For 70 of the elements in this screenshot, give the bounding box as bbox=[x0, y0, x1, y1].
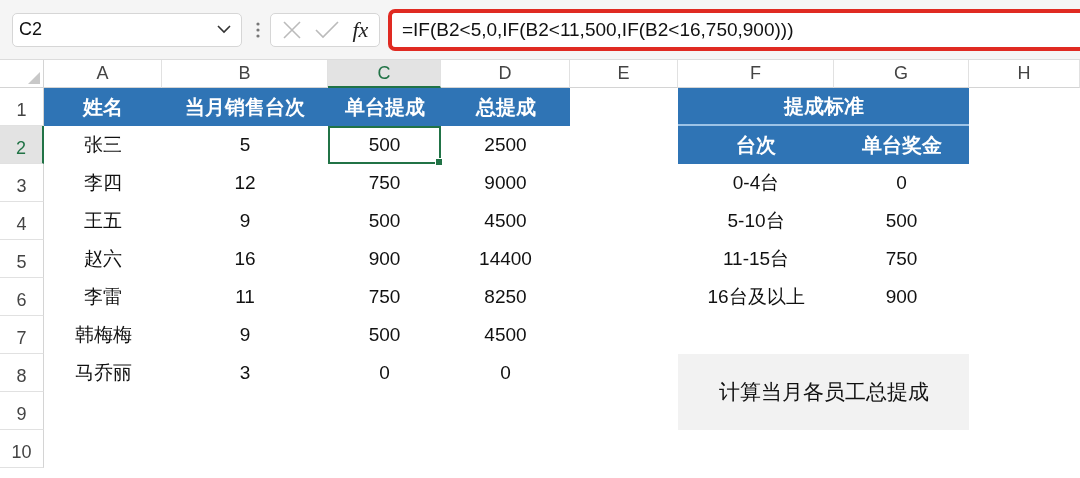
cancel-icon[interactable] bbox=[281, 19, 302, 40]
table-cell-text: 李雷 bbox=[83, 285, 123, 309]
row-header[interactable]: 10 bbox=[0, 430, 44, 468]
table-cell-text: 750 bbox=[884, 247, 919, 271]
table-cell-text: 马乔丽 bbox=[73, 361, 133, 385]
row-header[interactable]: 2 bbox=[0, 126, 44, 164]
table-cell-text: 750 bbox=[367, 171, 402, 195]
row-header[interactable]: 7 bbox=[0, 316, 44, 354]
table-cell-text: 9 bbox=[238, 209, 252, 233]
row-header[interactable]: 4 bbox=[0, 202, 44, 240]
table-cell-text: 900 bbox=[884, 285, 919, 309]
table-cell-text: 500 bbox=[884, 209, 919, 233]
note-box: 计算当月各员工总提成 bbox=[678, 354, 969, 430]
cell-reference: C2 bbox=[19, 19, 42, 40]
row-header[interactable]: 8 bbox=[0, 354, 44, 392]
table-cell-text: 0 bbox=[895, 171, 908, 195]
chevron-down-icon[interactable] bbox=[217, 25, 231, 34]
row-header[interactable]: 5 bbox=[0, 240, 44, 278]
table-cell-text: 500 bbox=[367, 323, 402, 347]
column-header[interactable]: G bbox=[834, 60, 969, 88]
check-icon[interactable] bbox=[315, 20, 340, 39]
table-cell-text: 11-15台 bbox=[721, 247, 791, 271]
table-cell-text: 5-10台 bbox=[726, 209, 786, 233]
header-cell: 姓名 bbox=[44, 88, 162, 126]
table-cell-text: 14400 bbox=[478, 247, 533, 271]
table-cell-text: 王五 bbox=[83, 209, 123, 233]
table-cell-text: 韩梅梅 bbox=[73, 323, 133, 347]
header-cell: 当月销售台次 bbox=[162, 88, 328, 126]
column-header[interactable]: D bbox=[441, 60, 570, 88]
table-cell-text: 9000 bbox=[483, 171, 528, 195]
column-header[interactable]: B bbox=[162, 60, 328, 88]
table-cell-text: 11 bbox=[234, 285, 256, 309]
insert-function-button[interactable]: fx bbox=[352, 16, 369, 43]
table-cell-text: 0 bbox=[378, 361, 391, 385]
table-cell-text: 2500 bbox=[483, 133, 528, 157]
table-cell-text: 4500 bbox=[483, 323, 528, 347]
header-cell: 台次 bbox=[678, 126, 834, 164]
row-header[interactable]: 9 bbox=[0, 392, 44, 430]
drag-handle-icon[interactable] bbox=[256, 21, 260, 38]
select-all-icon[interactable] bbox=[28, 72, 40, 84]
table-cell-text: 16台及以上 bbox=[706, 285, 806, 309]
table-cell-text: 5 bbox=[238, 133, 252, 157]
column-header[interactable]: A bbox=[44, 60, 162, 88]
table-cell-text: 李四 bbox=[83, 171, 123, 195]
table-cell-text: 0 bbox=[499, 361, 512, 385]
header-cell: 单台提成 bbox=[328, 88, 441, 126]
row-header[interactable]: 3 bbox=[0, 164, 44, 202]
column-header[interactable]: C bbox=[328, 60, 441, 88]
table-cell-text: 500 bbox=[367, 209, 402, 233]
table-cell-text: 900 bbox=[367, 247, 402, 271]
table-cell-text: 16 bbox=[233, 247, 257, 271]
formula-field[interactable]: =IF(B2<5,0,IF(B2<11,500,IF(B2<16,750,900))) bbox=[388, 8, 1080, 51]
column-header[interactable]: E bbox=[570, 60, 678, 88]
table-cell-text: 4500 bbox=[483, 209, 528, 233]
header-cell: 单台奖金 bbox=[834, 126, 969, 164]
table-cell: 500 bbox=[328, 126, 441, 164]
table-cell-text: 赵六 bbox=[83, 247, 123, 271]
header-cell: 总提成 bbox=[441, 88, 570, 126]
table-cell-text: 12 bbox=[233, 171, 257, 195]
row-header[interactable]: 6 bbox=[0, 278, 44, 316]
table-cell-text: 张三 bbox=[83, 133, 123, 157]
table-cell-text: 8250 bbox=[483, 285, 528, 309]
table-cell-text: 0-4台 bbox=[731, 171, 781, 195]
name-box[interactable]: C2 bbox=[12, 12, 242, 47]
column-header[interactable]: H bbox=[969, 60, 1080, 88]
column-header[interactable]: F bbox=[678, 60, 834, 88]
header-cell: 提成标准 bbox=[678, 88, 969, 126]
table-cell-text: 9 bbox=[238, 323, 252, 347]
table-cell-text: 3 bbox=[238, 361, 252, 385]
table-cell-text: 750 bbox=[367, 285, 402, 309]
